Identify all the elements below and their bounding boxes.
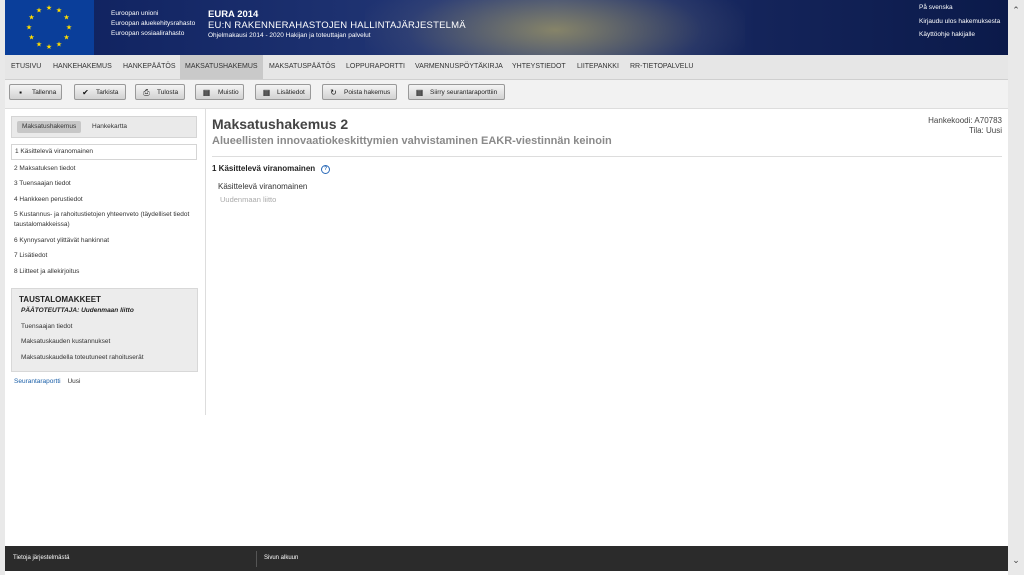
page: ★ ★ ★ ★ ★ ★ ★ ★ ★ ★ ★ ★ Euroopan unioni …: [5, 0, 1008, 575]
app-subtitle: EU:N RAKENNERAHASTOJEN HALLINTAJÄRJESTEL…: [208, 20, 466, 31]
bg-link-period-costs[interactable]: Maksatuskauden kustannukset: [21, 338, 110, 345]
app-title: EURA 2014: [208, 9, 259, 20]
go-to-report-button[interactable]: ▦ Siirry seurantaraporttiin: [408, 84, 505, 100]
user-guide-link[interactable]: Käyttöohje hakijalle: [919, 28, 1000, 42]
svg-text:★: ★: [66, 24, 72, 32]
svg-text:★: ★: [46, 43, 52, 51]
authority-value: Uudenmaan liitto: [220, 195, 277, 204]
checkmark-icon: ✔: [82, 88, 89, 97]
report-status: Uusi: [67, 378, 81, 385]
section-heading: 1 Käsittelevä viranomainen?: [212, 164, 331, 174]
tab-maksatushakemus[interactable]: Maksatushakemus: [17, 121, 82, 133]
project-name: Alueellisten innovaatiokeskittymien vahv…: [212, 135, 612, 147]
nav-maksatuspaatos[interactable]: MAKSATUSPÄÄTÖS: [269, 55, 335, 79]
nav-maksatushakemus[interactable]: MAKSATUSHAKEMUS: [180, 55, 263, 79]
help-icon[interactable]: ?: [321, 165, 331, 174]
step-item-6[interactable]: 6 Kynnysarvot ylittävät hankinnat: [14, 236, 200, 246]
step-item-3[interactable]: 3 Tuensaajan tiedot: [14, 179, 200, 189]
eu-funds-text: Euroopan unioni Euroopan aluekehitysraha…: [111, 9, 195, 39]
delete-application-button[interactable]: ↻ Poista hakemus: [322, 84, 397, 100]
sidebar-tabs: Maksatushakemus Hankekartta: [11, 116, 197, 138]
chevron-up-icon[interactable]: ⌃: [1008, 3, 1024, 17]
application-status: Tila: Uusi: [968, 126, 1002, 135]
svg-text:★: ★: [36, 7, 42, 15]
svg-text:★: ★: [56, 41, 62, 49]
footer-divider: [256, 551, 257, 567]
bg-link-beneficiary[interactable]: Tuensaajan tiedot: [21, 323, 72, 330]
nav-rr-tietopalvelu[interactable]: RR-TIETOPALVELU: [630, 55, 693, 79]
svg-text:★: ★: [26, 24, 32, 32]
app-branding: EURA 2014 EU:N RAKENNERAHASTOJEN HALLINT…: [208, 9, 466, 41]
step-item-2[interactable]: 2 Maksatuksen tiedot: [14, 164, 200, 174]
back-to-top-link[interactable]: Sivun alkuun: [264, 555, 298, 561]
svg-text:★: ★: [63, 14, 69, 22]
nav-etusivu[interactable]: ETUSIVU: [11, 55, 41, 79]
nav-liitepankki[interactable]: LIITEPANKKI: [577, 55, 619, 79]
fund-esf: Euroopan sosiaalirahasto: [111, 30, 185, 37]
step-item-4[interactable]: 4 Hankkeen perustiedot: [14, 195, 200, 205]
project-code: Hankekoodi: A70783: [928, 116, 1002, 125]
memo-button[interactable]: ▦ Muistio: [195, 84, 244, 100]
app-tagline: Ohjelmakausi 2014 - 2020 Hakijan ja tote…: [208, 32, 371, 39]
section-title: 1 Käsittelevä viranomainen: [212, 164, 316, 173]
header-links: På svenska Kirjaudu ulos hakemuksesta Kä…: [919, 1, 1000, 42]
project-meta: Hankekoodi: A70783 Tila: Uusi: [928, 116, 1002, 136]
refresh-icon: ↻: [330, 88, 337, 97]
site-header: ★ ★ ★ ★ ★ ★ ★ ★ ★ ★ ★ ★ Euroopan unioni …: [5, 0, 1008, 55]
extra-info-button[interactable]: ▦ Lisätiedot: [255, 84, 311, 100]
divider: [212, 156, 1002, 157]
nav-hankehakemus[interactable]: HANKEHAKEMUS: [53, 55, 112, 79]
nav-yhteystiedot[interactable]: YHTEYSTIEDOT: [512, 55, 566, 79]
nav-varmennuspoytakirja[interactable]: VARMENNUSPÖYTÄKIRJA: [415, 55, 503, 79]
print-button[interactable]: ⎙ Tulosta: [135, 84, 185, 100]
calendar-icon: ▦: [415, 88, 424, 97]
background-forms-title: TAUSTALOMAKKEET: [19, 295, 101, 304]
step-item-5[interactable]: 5 Kustannus- ja rahoitustietojen yhteenv…: [14, 210, 198, 230]
report-row: Seurantaraportti Uusi: [14, 378, 80, 385]
scrollbar[interactable]: ⌃ ⌄: [1008, 0, 1024, 575]
nav-hankepaatos[interactable]: HANKEPÄÄTÖS: [123, 55, 176, 79]
about-system-link[interactable]: Tietoja järjestelmästä: [13, 555, 69, 561]
nav-loppuraportti[interactable]: LOPPURAPORTTI: [346, 55, 405, 79]
left-panel: Maksatushakemus Hankekartta 1 Käsittelev…: [5, 108, 206, 415]
logout-link[interactable]: Kirjaudu ulos hakemuksesta: [919, 15, 1000, 29]
printer-icon: ⎙: [143, 88, 150, 97]
authority-label: Käsittelevä viranomainen: [218, 182, 308, 191]
toolbar: ▪ Tallenna ✔ Tarkista ⎙ Tulosta ▦ Muisti…: [5, 80, 1008, 109]
site-footer: Tietoja järjestelmästä Sivun alkuun: [5, 546, 1008, 571]
save-button[interactable]: ▪ Tallenna: [9, 84, 62, 100]
step-item-1[interactable]: 1 Käsittelevä viranomainen: [11, 144, 197, 160]
svg-text:★: ★: [28, 14, 34, 22]
fund-erdf: Euroopan aluekehitysrahasto: [111, 20, 196, 27]
swedish-link[interactable]: På svenska: [919, 1, 1000, 15]
bg-link-financing[interactable]: Maksatuskaudella toteutuneet rahoituserä…: [21, 354, 144, 361]
calendar-icon: ▦: [262, 88, 271, 97]
step-item-7[interactable]: 7 Lisätiedot: [14, 251, 200, 261]
background-forms-box: TAUSTALOMAKKEET PÄÄTOTEUTTAJA: Uudenmaan…: [11, 288, 198, 372]
svg-text:★: ★: [36, 41, 42, 49]
eu-flag-logo: ★ ★ ★ ★ ★ ★ ★ ★ ★ ★ ★ ★: [5, 0, 94, 55]
svg-text:★: ★: [56, 7, 62, 15]
chevron-down-icon[interactable]: ⌄: [1008, 553, 1024, 567]
step-item-8[interactable]: 8 Liitteet ja allekirjoitus: [14, 267, 200, 277]
report-link[interactable]: Seurantaraportti: [14, 378, 61, 385]
page-title: Maksatushakemus 2: [212, 116, 349, 132]
check-button[interactable]: ✔ Tarkista: [74, 84, 126, 100]
svg-text:★: ★: [63, 34, 69, 42]
calendar-icon: ▦: [202, 88, 211, 97]
svg-text:★: ★: [46, 4, 52, 12]
save-icon: ▪: [19, 88, 22, 97]
main-nav: ETUSIVU HANKEHAKEMUS HANKEPÄÄTÖS MAKSATU…: [5, 55, 1008, 80]
svg-text:★: ★: [28, 34, 34, 42]
tab-hankekartta[interactable]: Hankekartta: [87, 121, 132, 133]
fund-eu: Euroopan unioni: [111, 10, 159, 17]
main-implementer: PÄÄTOTEUTTAJA: Uudenmaan liitto: [21, 307, 134, 314]
